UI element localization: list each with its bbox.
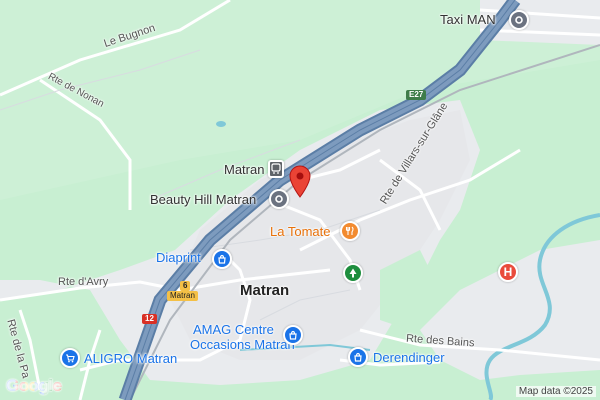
train-station-icon[interactable] (268, 160, 284, 178)
exit-sign-matran: Matran (167, 291, 198, 301)
town-label-matran: Matran (240, 282, 290, 299)
hospital-pin-icon[interactable]: H (498, 262, 518, 282)
poi-label-derendinger[interactable]: Derendinger (373, 350, 445, 365)
poi-label-taxi-man[interactable]: Taxi MAN (440, 12, 496, 27)
google-logo-text: Google (6, 376, 62, 395)
route-shield-6: 6 (180, 281, 191, 291)
shopping-pin-icon[interactable] (60, 348, 80, 368)
poi-label-aligro[interactable]: ALIGRO Matran (84, 351, 177, 366)
restaurant-pin-icon[interactable] (340, 221, 360, 241)
pond (216, 121, 226, 127)
shopping-pin-icon[interactable] (509, 10, 529, 30)
station-label-matran[interactable]: Matran (224, 162, 264, 177)
shopping-pin-icon[interactable] (212, 249, 232, 269)
poi-label-amag-line1[interactable]: AMAG Centre (193, 322, 274, 337)
location-marker-icon[interactable] (288, 164, 312, 198)
route-shield-12: 12 (142, 314, 157, 324)
cafe-pin-icon[interactable] (269, 189, 289, 209)
map-attribution[interactable]: Map data ©2025 (515, 386, 596, 397)
shopping-pin-icon[interactable] (348, 347, 368, 367)
google-logo: Google (6, 376, 62, 396)
shopping-pin-icon[interactable] (283, 325, 303, 345)
road-label-rte-davry: Rte d'Avry (58, 276, 109, 288)
poi-label-diaprint[interactable]: Diaprint (156, 250, 201, 265)
route-shield-e27: E27 (406, 90, 427, 100)
poi-label-amag-line2[interactable]: Occasions Matran (190, 337, 295, 352)
poi-label-beauty-hill[interactable]: Beauty Hill Matran (150, 192, 256, 207)
park-pin-icon[interactable] (343, 263, 363, 283)
poi-label-la-tomate[interactable]: La Tomate (270, 224, 330, 239)
